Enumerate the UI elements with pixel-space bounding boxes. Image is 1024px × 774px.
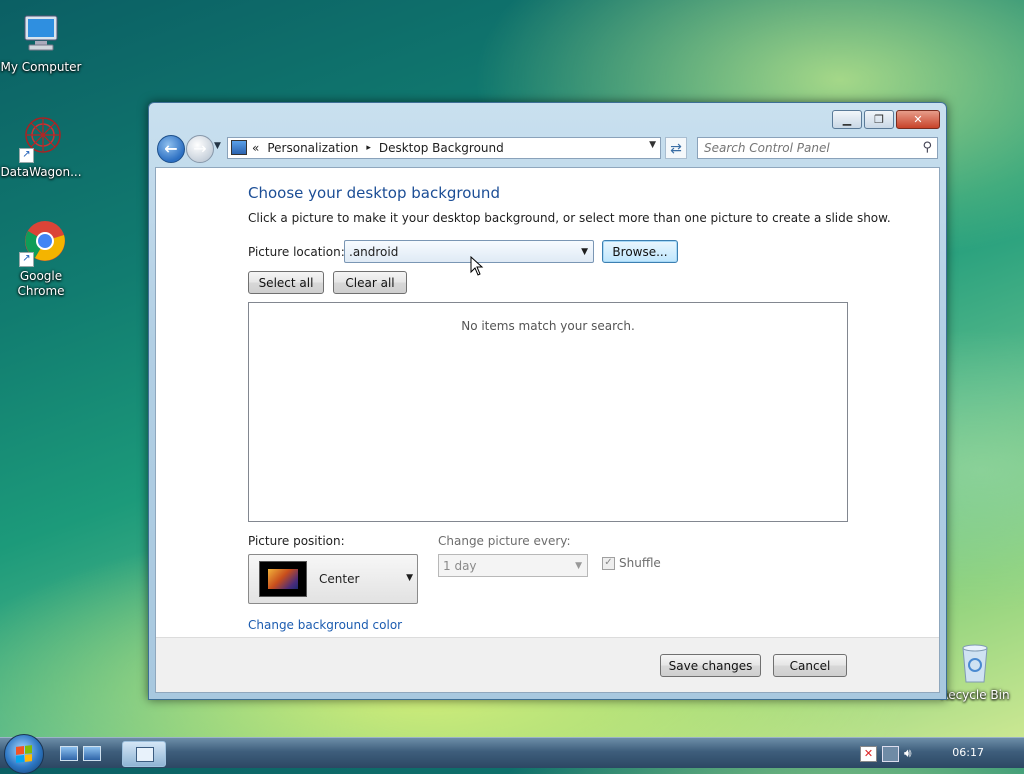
- picture-location-dropdown[interactable]: .android ▼: [344, 240, 594, 263]
- minimize-icon: ▁: [842, 113, 852, 126]
- forward-arrow-icon: →: [193, 139, 207, 158]
- maximize-button[interactable]: ❐: [864, 110, 894, 129]
- shuffle-checkbox: ✓ Shuffle: [602, 556, 661, 570]
- control-panel-icon: [136, 747, 154, 762]
- picture-position-dropdown[interactable]: Center ▼: [248, 554, 418, 604]
- desktop-icon-google-chrome[interactable]: ↗ Google Chrome: [0, 219, 82, 299]
- window-controls: ▁ ❐ ✕: [832, 110, 940, 129]
- back-button[interactable]: ←: [157, 135, 185, 163]
- recent-pages-dropdown[interactable]: ▼: [214, 141, 221, 151]
- chrome-icon: ↗: [17, 219, 65, 267]
- search-icon[interactable]: ⚲: [922, 140, 932, 155]
- page-description: Click a picture to make it your desktop …: [248, 211, 891, 225]
- restore-icon: ❐: [874, 113, 884, 126]
- control-panel-icon: [231, 140, 247, 155]
- cancel-button[interactable]: Cancel: [773, 654, 847, 677]
- picture-location-value: .android: [349, 245, 399, 259]
- search-box: ⚲: [697, 137, 938, 159]
- minimize-button[interactable]: ▁: [832, 110, 862, 129]
- mouse-cursor-icon: [470, 256, 484, 276]
- chevron-down-icon: ▼: [575, 561, 582, 571]
- save-changes-button[interactable]: Save changes: [660, 654, 761, 677]
- back-arrow-icon: ←: [164, 139, 178, 158]
- show-desktop-icon[interactable]: [60, 746, 78, 761]
- system-tray: ✕ 🔊︎ 06:17: [846, 738, 1024, 768]
- refresh-icon: ⇄: [670, 141, 682, 157]
- close-icon: ✕: [913, 113, 923, 126]
- breadcrumb-item-desktop-background[interactable]: Desktop Background: [379, 141, 504, 155]
- action-center-icon[interactable]: ✕: [860, 746, 877, 762]
- address-dropdown[interactable]: ▼: [649, 140, 656, 150]
- breadcrumb-separator[interactable]: ▸: [366, 143, 371, 153]
- chevron-down-icon: ▼: [406, 573, 413, 583]
- dialog-footer: Save changes Cancel: [156, 637, 939, 692]
- desktop-icon-label: Google Chrome: [17, 269, 65, 298]
- select-all-button[interactable]: Select all: [248, 271, 324, 294]
- desktop-icon-datawagon[interactable]: ↗ DataWagon...: [0, 115, 82, 180]
- chevron-down-icon: ▼: [581, 247, 588, 257]
- picture-position-value: Center: [319, 572, 360, 586]
- datawagon-icon: ↗: [17, 115, 65, 163]
- desktop-background-window: ▁ ❐ ✕ ← → ▼ « Personalization ▸ Desktop …: [148, 102, 947, 700]
- shortcut-arrow-icon: ↗: [19, 252, 34, 267]
- network-icon[interactable]: [882, 746, 899, 762]
- browse-button[interactable]: Browse...: [602, 240, 678, 263]
- content-pane: Choose your desktop background Click a p…: [155, 167, 940, 693]
- windows-logo-icon: [16, 745, 32, 763]
- change-picture-every-label: Change picture every:: [438, 534, 571, 548]
- change-picture-every-dropdown: 1 day ▼: [438, 554, 588, 577]
- refresh-button[interactable]: ⇄: [665, 137, 687, 159]
- search-input[interactable]: [704, 140, 904, 156]
- address-bar[interactable]: « Personalization ▸ Desktop Background ▼: [227, 137, 661, 159]
- change-background-color-link[interactable]: Change background color: [248, 618, 402, 632]
- clear-all-button[interactable]: Clear all: [333, 271, 407, 294]
- start-button[interactable]: [4, 734, 44, 774]
- desktop-icon-my-computer[interactable]: My Computer: [0, 10, 82, 75]
- chevron-down-icon: ▼: [214, 141, 221, 151]
- picture-list[interactable]: No items match your search.: [248, 302, 848, 522]
- taskbar: ✕ 🔊︎ 06:17: [0, 734, 1024, 774]
- switch-windows-icon[interactable]: [83, 746, 101, 761]
- forward-button[interactable]: →: [186, 135, 214, 163]
- taskbar-clock[interactable]: 06:17: [952, 746, 984, 759]
- checkmark-icon: ✓: [602, 556, 615, 570]
- shortcut-arrow-icon: ↗: [19, 148, 34, 163]
- volume-icon[interactable]: 🔊︎: [904, 746, 919, 760]
- desktop-icon-label: My Computer: [0, 60, 82, 74]
- picture-position-label: Picture position:: [248, 534, 345, 548]
- taskbar-item-control-panel[interactable]: [122, 741, 166, 767]
- change-picture-every-value: 1 day: [443, 559, 477, 573]
- shuffle-label: Shuffle: [619, 556, 661, 570]
- navigation-bar: ← → ▼ « Personalization ▸ Desktop Backgr…: [157, 135, 938, 165]
- page-title: Choose your desktop background: [248, 184, 500, 202]
- close-button[interactable]: ✕: [896, 110, 940, 129]
- chevron-down-icon: ▼: [649, 140, 656, 150]
- desktop-icon-label: DataWagon...: [0, 165, 82, 179]
- breadcrumb: « Personalization ▸ Desktop Background: [252, 141, 504, 155]
- computer-icon: [17, 10, 65, 58]
- empty-list-message: No items match your search.: [461, 319, 635, 333]
- breadcrumb-overflow[interactable]: «: [252, 141, 259, 155]
- breadcrumb-item-personalization[interactable]: Personalization: [267, 141, 358, 155]
- recycle-bin-icon: [951, 638, 999, 686]
- position-preview-thumbnail: [259, 561, 307, 597]
- picture-location-label: Picture location:: [248, 245, 345, 259]
